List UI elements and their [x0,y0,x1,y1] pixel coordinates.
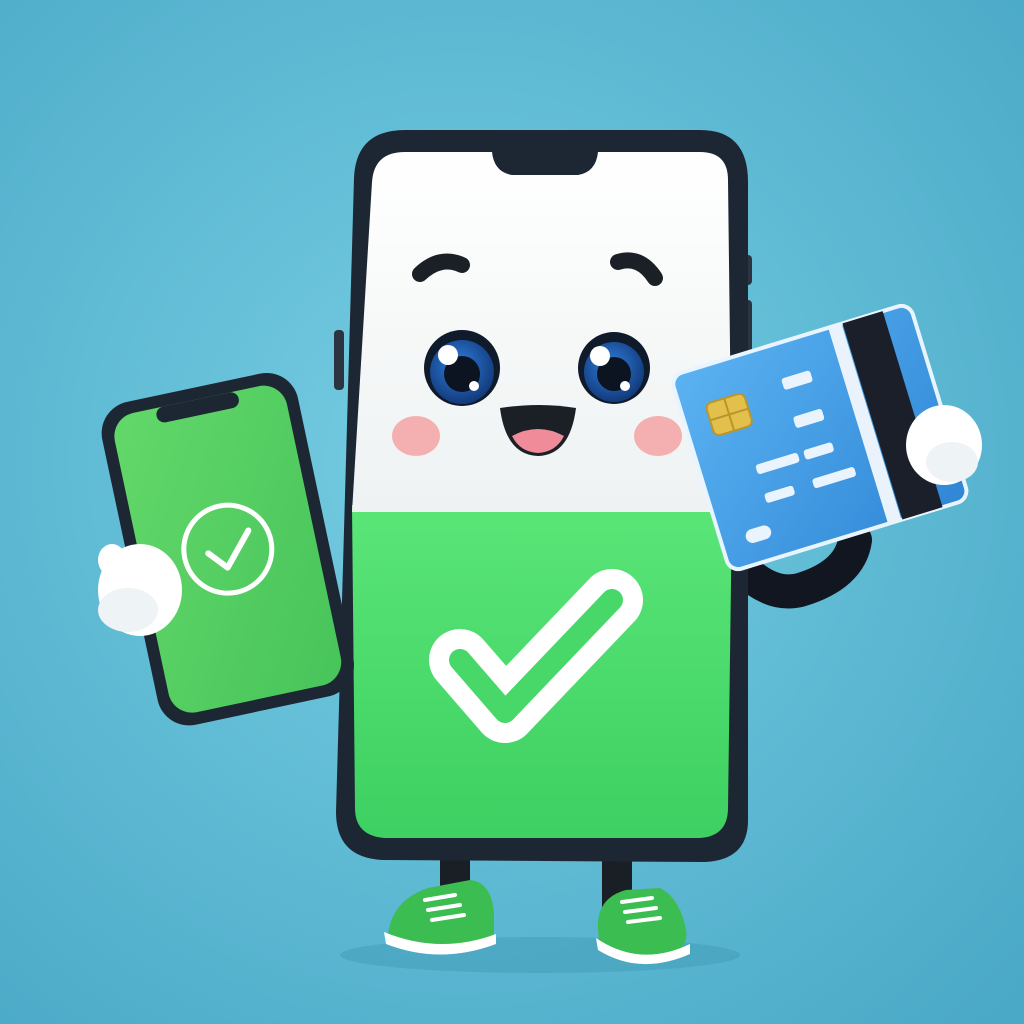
left-hand [98,544,182,636]
right-hand [906,405,982,485]
illustration [0,0,1024,1024]
main-phone [334,130,752,862]
mascot-illustration [0,0,1024,1024]
